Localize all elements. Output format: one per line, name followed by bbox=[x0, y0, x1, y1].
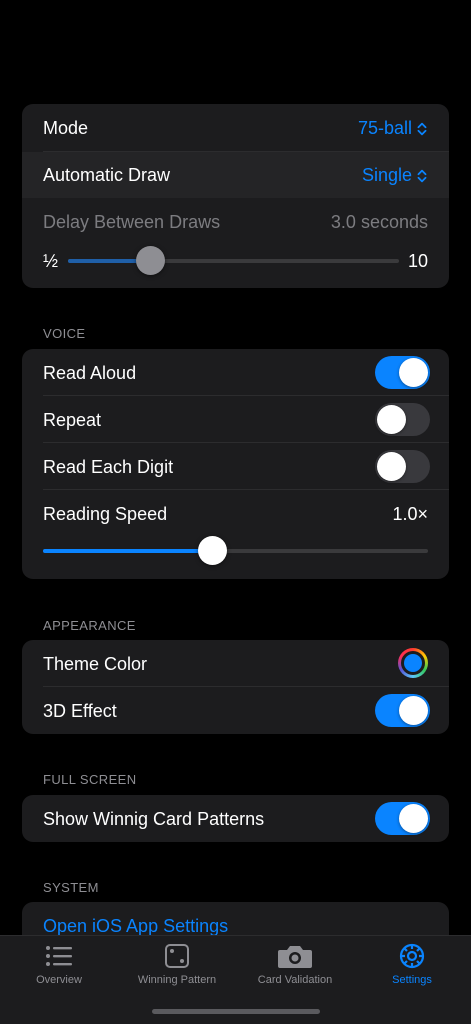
tab-label: Overview bbox=[36, 974, 82, 986]
show-patterns-label: Show Winnig Card Patterns bbox=[43, 809, 265, 829]
delay-min-label: ½ bbox=[43, 251, 59, 271]
theme-color-swatch bbox=[404, 654, 422, 672]
toggle-knob bbox=[377, 405, 406, 434]
delay-value: 3.0 seconds bbox=[330, 212, 428, 232]
draw-settings-group: Mode 75-ball Automatic Draw Single Delay… bbox=[22, 104, 449, 288]
delay-slider-track[interactable] bbox=[68, 259, 399, 263]
system-section-title: SYSTEM bbox=[43, 880, 99, 895]
mode-value: 75-ball bbox=[357, 118, 412, 138]
open-ios-settings-link[interactable]: Open iOS App Settings bbox=[43, 916, 228, 937]
dice-icon bbox=[165, 944, 189, 968]
read-each-digit-toggle[interactable] bbox=[375, 450, 430, 483]
reading-speed-slider-thumb[interactable] bbox=[197, 536, 227, 565]
reading-speed-value: 1.0× bbox=[392, 504, 428, 524]
effect-3d-toggle[interactable] bbox=[375, 694, 430, 727]
tab-overview[interactable]: Overview bbox=[0, 936, 118, 996]
reading-speed-label: Reading Speed bbox=[43, 504, 168, 524]
mode-picker[interactable]: 75-ball bbox=[358, 118, 428, 139]
delay-label: Delay Between Draws bbox=[43, 212, 221, 232]
mode-label: Mode bbox=[43, 118, 89, 138]
toggle-knob bbox=[399, 804, 428, 833]
separator bbox=[43, 442, 449, 443]
reading-speed-slider-fill bbox=[43, 549, 213, 553]
voice-section-title: VOICE bbox=[43, 326, 86, 341]
effect-3d-label: 3D Effect bbox=[43, 701, 117, 721]
tab-label: Settings bbox=[392, 974, 432, 986]
separator bbox=[43, 489, 449, 490]
separator bbox=[43, 395, 449, 396]
reading-speed-slider-track[interactable] bbox=[43, 549, 428, 553]
delay-max-label: 10 bbox=[407, 251, 428, 271]
separator bbox=[43, 686, 449, 687]
automatic-draw-row[interactable]: Automatic Draw Single bbox=[22, 152, 449, 198]
tab-settings[interactable]: Settings bbox=[353, 936, 471, 996]
voice-group: Read Aloud Repeat Read Each Digit Readin… bbox=[22, 349, 449, 579]
full-screen-section-title: FULL SCREEN bbox=[43, 772, 137, 787]
toggle-knob bbox=[399, 696, 428, 725]
toggle-knob bbox=[399, 358, 428, 387]
appearance-group: Theme Color 3D Effect bbox=[22, 640, 449, 734]
automatic-draw-picker[interactable]: Single bbox=[362, 165, 428, 186]
theme-color-picker[interactable] bbox=[398, 648, 428, 678]
full-screen-group: Show Winnig Card Patterns bbox=[22, 795, 449, 842]
tab-card-validation[interactable]: Card Validation bbox=[236, 936, 354, 996]
chevron-up-down-icon bbox=[417, 170, 427, 183]
home-indicator bbox=[152, 1009, 320, 1014]
read-each-digit-label: Read Each Digit bbox=[43, 457, 174, 477]
tab-label: Card Validation bbox=[257, 974, 333, 986]
mode-row[interactable]: Mode 75-ball bbox=[22, 104, 449, 151]
show-patterns-toggle[interactable] bbox=[375, 802, 430, 835]
repeat-toggle[interactable] bbox=[375, 403, 430, 436]
automatic-draw-value: Single bbox=[361, 165, 412, 185]
automatic-draw-label: Automatic Draw bbox=[43, 165, 171, 185]
appearance-section-title: APPEARANCE bbox=[43, 618, 136, 633]
repeat-label: Repeat bbox=[43, 410, 102, 430]
read-aloud-label: Read Aloud bbox=[43, 363, 137, 383]
toggle-knob bbox=[377, 452, 406, 481]
delay-slider-thumb[interactable] bbox=[136, 246, 166, 275]
tab-winning-pattern[interactable]: Winning Pattern bbox=[118, 936, 236, 996]
theme-color-label: Theme Color bbox=[43, 654, 148, 674]
camera-icon bbox=[278, 946, 312, 968]
read-aloud-toggle[interactable] bbox=[375, 356, 430, 389]
list-icon bbox=[46, 946, 72, 966]
chevron-up-down-icon bbox=[417, 123, 427, 136]
tab-label: Winning Pattern bbox=[137, 974, 217, 986]
gear-icon bbox=[399, 943, 425, 969]
